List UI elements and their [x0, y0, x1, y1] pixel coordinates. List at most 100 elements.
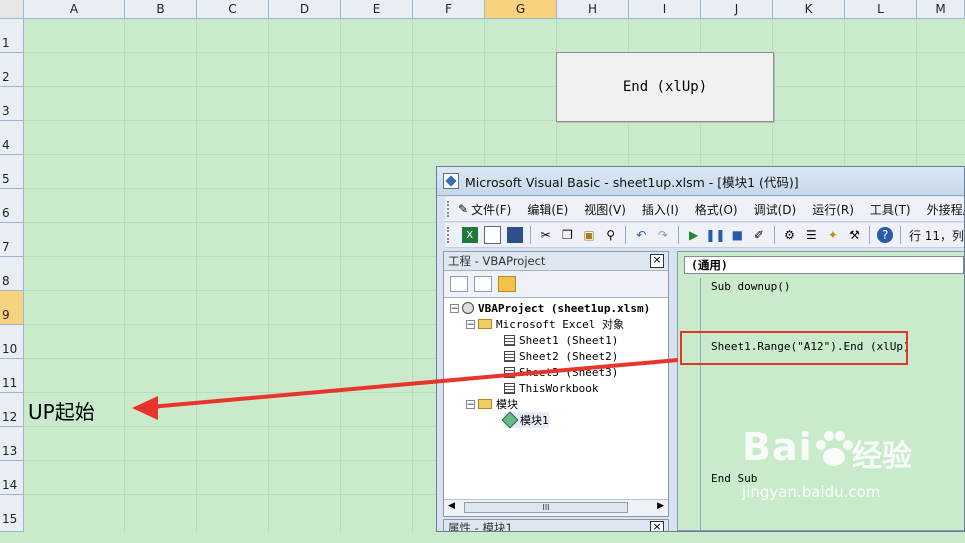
toolbox-icon[interactable]: ⚒ — [847, 227, 863, 243]
view-object-icon[interactable] — [474, 276, 492, 292]
tree-label: ThisWorkbook — [519, 381, 599, 395]
row-header-2[interactable]: 2 — [0, 53, 24, 87]
properties-icon[interactable]: ☰ — [803, 227, 819, 243]
tree-node-excel-objects[interactable]: − Microsoft Excel 对象 — [466, 316, 624, 332]
find-icon[interactable]: ⚲ — [603, 227, 619, 243]
column-header-h[interactable]: H — [557, 0, 629, 19]
toggle-folders-icon[interactable] — [498, 276, 516, 292]
cell-a12-value[interactable]: UP起始 — [28, 396, 95, 425]
row-header-14[interactable]: 14 — [0, 461, 24, 495]
cut-icon[interactable]: ✂ — [538, 227, 554, 243]
menu-edit[interactable]: 编辑(E) — [527, 201, 568, 218]
menu-format[interactable]: 格式(O) — [695, 201, 738, 218]
row-header-9[interactable]: 9 — [0, 291, 24, 325]
column-header-m[interactable]: M — [917, 0, 965, 19]
column-header-l[interactable]: L — [845, 0, 917, 19]
menu-debug[interactable]: 调试(D) — [754, 201, 797, 218]
code-highlight-box — [680, 331, 908, 365]
row-header-10[interactable]: 10 — [0, 325, 24, 359]
menu-tools[interactable]: 工具(T) — [870, 201, 911, 218]
object-combo-box[interactable]: (通用) — [684, 256, 964, 274]
row-header-5[interactable]: 5 — [0, 155, 24, 189]
menu-insert[interactable]: 插入(I) — [642, 201, 679, 218]
excel-icon[interactable]: X — [461, 227, 478, 243]
column-header-e[interactable]: E — [341, 0, 413, 19]
tree-node-sheet1[interactable]: Sheet1 (Sheet1) — [504, 332, 618, 348]
row-header-4[interactable]: 4 — [0, 121, 24, 155]
menu-addins[interactable]: 外接程序 — [927, 201, 964, 218]
menu-run[interactable]: 运行(R) — [812, 201, 854, 218]
worksheet-icon — [504, 334, 515, 346]
toolbar-grip[interactable] — [447, 201, 449, 217]
toolbar-grip[interactable] — [447, 227, 453, 243]
paste-icon[interactable]: ▣ — [581, 227, 597, 243]
tree-node-module1[interactable]: 模块1 — [501, 411, 549, 429]
column-header-g[interactable]: G — [485, 0, 557, 19]
cursor-position: 行 11，列 — [908, 228, 965, 243]
scroll-left-icon[interactable]: ◀ — [448, 501, 455, 511]
save-icon[interactable] — [507, 227, 523, 243]
redo-icon[interactable]: ↷ — [655, 227, 671, 243]
column-header-j[interactable]: J — [701, 0, 773, 19]
properties-pane-header[interactable]: 属性 - 模块1 × — [443, 519, 669, 531]
object-browser-icon[interactable]: ✦ — [825, 227, 841, 243]
tree-label: Sheet1 (Sheet1) — [519, 333, 619, 347]
code-line-sub-start[interactable]: Sub downup() — [711, 280, 790, 293]
row-header-13[interactable]: 13 — [0, 427, 24, 461]
collapse-icon[interactable]: − — [450, 303, 459, 313]
tree-node-project[interactable]: − VBAProject (sheet1up.xlsm) — [450, 300, 650, 316]
folder-icon — [478, 399, 492, 409]
scroll-right-icon[interactable]: ▶ — [657, 501, 664, 511]
design-mode-icon[interactable]: ✐ — [751, 227, 767, 243]
project-explorer-title: 工程 - VBAProject — [448, 254, 546, 268]
row-header-3[interactable]: 3 — [0, 87, 24, 121]
row-header-12[interactable]: 12 — [0, 393, 24, 427]
view-code-icon[interactable] — [450, 276, 468, 292]
tree-node-thisworkbook[interactable]: ThisWorkbook — [504, 380, 598, 396]
properties-pane-close-icon[interactable]: × — [650, 521, 664, 531]
column-header-c[interactable]: C — [197, 0, 269, 19]
menu-file[interactable]: 文件(F) — [471, 201, 511, 218]
column-header-b[interactable]: B — [125, 0, 197, 19]
project-explorer-icon[interactable]: ⚙ — [782, 227, 798, 243]
insert-userform-icon[interactable] — [483, 226, 502, 244]
module-icon — [501, 411, 519, 429]
project-explorer-header[interactable]: 工程 - VBAProject × — [444, 252, 668, 271]
tree-node-modules[interactable]: − 模块 — [466, 396, 518, 412]
tree-label: Microsoft Excel 对象 — [496, 318, 624, 331]
row-header-8[interactable]: 8 — [0, 257, 24, 291]
end-xlup-form-button[interactable]: End (xlUp) — [556, 52, 774, 122]
column-header-d[interactable]: D — [269, 0, 341, 19]
help-icon[interactable]: ? — [877, 227, 893, 243]
column-header-i[interactable]: I — [629, 0, 701, 19]
tree-node-sheet3[interactable]: Sheet3 (Sheet3) — [504, 364, 618, 380]
toolbar-separator — [677, 226, 679, 244]
select-all-corner[interactable] — [0, 0, 24, 19]
run-icon[interactable]: ▶ — [686, 227, 702, 243]
code-margin[interactable] — [678, 278, 701, 530]
folder-icon — [478, 319, 492, 329]
vbe-menu-icon: ✎ — [458, 202, 469, 216]
menu-view[interactable]: 视图(V) — [584, 201, 626, 218]
row-header-6[interactable]: 6 — [0, 189, 24, 223]
column-header-f[interactable]: F — [413, 0, 485, 19]
row-header-11[interactable]: 11 — [0, 359, 24, 393]
project-explorer-close-icon[interactable]: × — [650, 254, 664, 268]
collapse-icon[interactable]: − — [466, 319, 475, 329]
reset-icon[interactable]: ■ — [729, 227, 745, 243]
break-icon[interactable]: ❚❚ — [705, 227, 725, 243]
vbe-title-bar[interactable]: Microsoft Visual Basic - sheet1up.xlsm -… — [437, 167, 964, 196]
column-header-k[interactable]: K — [773, 0, 845, 19]
undo-icon[interactable]: ↶ — [633, 227, 649, 243]
project-tree-horizontal-scrollbar[interactable]: ◀ III ▶ — [444, 499, 668, 516]
collapse-icon[interactable]: − — [466, 399, 475, 409]
tree-node-sheet2[interactable]: Sheet2 (Sheet2) — [504, 348, 618, 364]
grid-line — [412, 19, 413, 532]
scroll-thumb[interactable]: III — [464, 502, 628, 513]
row-header-7[interactable]: 7 — [0, 223, 24, 257]
worksheet-icon — [504, 350, 515, 362]
copy-icon[interactable]: ❐ — [560, 227, 576, 243]
row-header-1[interactable]: 1 — [0, 19, 24, 53]
row-header-15[interactable]: 15 — [0, 495, 24, 532]
column-header-a[interactable]: A — [24, 0, 125, 19]
